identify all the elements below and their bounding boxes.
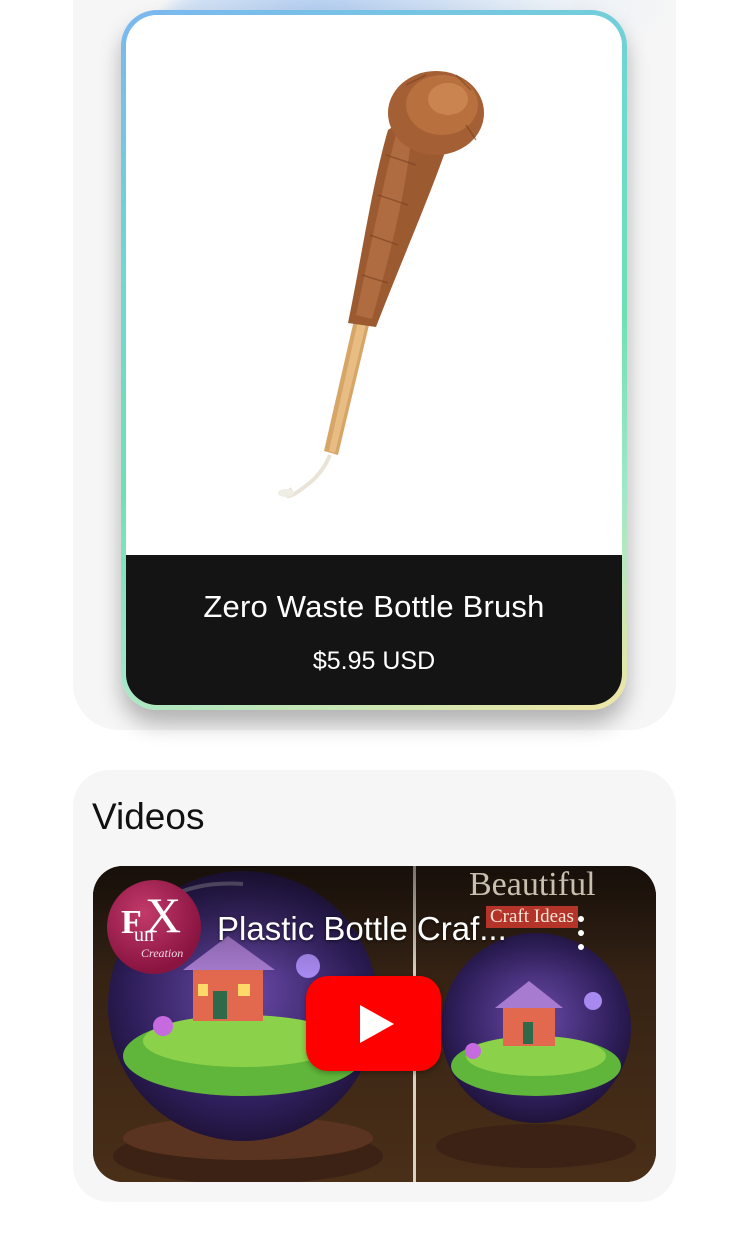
more-vertical-icon[interactable] — [573, 916, 589, 952]
product-title[interactable]: Zero Waste Bottle Brush — [126, 589, 622, 625]
avatar-logo-un: un — [134, 924, 154, 946]
video-embed[interactable]: Beautiful Craft Ideas F X un Creation Pl… — [93, 866, 656, 1182]
avatar-logo-creation: Creation — [141, 946, 184, 960]
video-title[interactable]: Plastic Bottle Craf... — [217, 910, 547, 948]
videos-heading: Videos — [92, 796, 205, 837]
videos-section: Videos Beautiful Craft Ideas F X un Crea… — [73, 770, 676, 1202]
bottle-brush-image — [278, 71, 484, 498]
youtube-play-button[interactable] — [306, 976, 441, 1071]
channel-avatar[interactable]: F X un Creation — [107, 880, 201, 974]
product-info: Zero Waste Bottle Brush $5.95 USD — [126, 555, 622, 705]
thumbnail-overlay-text: Beautiful — [469, 866, 596, 903]
product-image[interactable] — [126, 15, 622, 555]
page: Zero Waste Bottle Brush $5.95 USD Videos — [0, 0, 748, 1245]
product-card-inner: Zero Waste Bottle Brush $5.95 USD — [126, 15, 622, 705]
product-price: $5.95 USD — [312, 647, 436, 675]
product-card[interactable]: Zero Waste Bottle Brush $5.95 USD — [121, 10, 627, 710]
play-icon — [360, 1005, 394, 1043]
